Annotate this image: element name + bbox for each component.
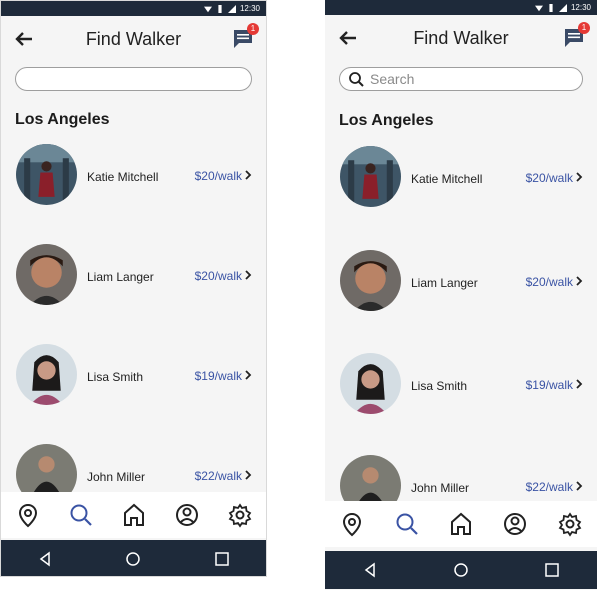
- walker-row-katie-mitchell[interactable]: Katie Mitchell $20/walk: [325, 146, 597, 212]
- location-pin-icon[interactable]: [15, 502, 41, 528]
- chevron-right-icon[interactable]: [243, 369, 253, 381]
- recents-square-icon[interactable]: [544, 562, 560, 578]
- section-title: Los Angeles: [15, 111, 110, 128]
- settings-gear-icon[interactable]: [227, 502, 253, 528]
- settings-gear-icon[interactable]: [557, 511, 583, 537]
- status-time: 12:30: [570, 3, 591, 12]
- walker-price[interactable]: $20/walk: [526, 171, 573, 185]
- avatar-lisa-smith: [340, 353, 401, 414]
- battery-icon: [218, 4, 222, 13]
- profile-icon[interactable]: [174, 502, 200, 528]
- walker-price[interactable]: $20/walk: [195, 269, 242, 283]
- walker-row-lisa-smith[interactable]: Lisa Smith $19/walk: [325, 353, 597, 419]
- walker-name: Lisa Smith: [87, 370, 144, 384]
- back-arrow-icon[interactable]: [339, 30, 357, 46]
- search-icon[interactable]: [394, 511, 420, 537]
- walker-row-liam-langer[interactable]: Liam Langer $20/walk: [1, 244, 266, 310]
- home-circle-icon[interactable]: [453, 562, 469, 578]
- messages-button[interactable]: 1: [232, 23, 259, 49]
- back-triangle-icon[interactable]: [37, 551, 53, 567]
- chevron-right-icon[interactable]: [574, 275, 584, 287]
- status-bar: 12:30: [1, 1, 266, 16]
- battery-icon: [549, 3, 553, 12]
- walker-name: Liam Langer: [411, 276, 478, 290]
- walker-price[interactable]: $19/walk: [526, 378, 573, 392]
- walker-name: John Miller: [411, 481, 470, 495]
- bottom-navigation: [325, 501, 597, 547]
- search-icon[interactable]: [68, 502, 94, 528]
- chevron-right-icon[interactable]: [574, 378, 584, 390]
- chevron-right-icon[interactable]: [243, 169, 253, 181]
- walker-name: Liam Langer: [87, 270, 154, 284]
- recents-square-icon[interactable]: [214, 551, 230, 567]
- avatar-lisa-smith: [16, 344, 77, 405]
- page-title: Find Walker: [85, 29, 182, 49]
- chevron-right-icon[interactable]: [243, 269, 253, 281]
- home-circle-icon[interactable]: [125, 551, 141, 567]
- walker-price[interactable]: $19/walk: [195, 369, 242, 383]
- avatar-katie-mitchell: [340, 146, 401, 207]
- search-placeholder: Search: [370, 71, 415, 87]
- search-input[interactable]: Search: [339, 67, 583, 91]
- walker-row-lisa-smith[interactable]: Lisa Smith $19/walk: [1, 344, 266, 410]
- section-title: Los Angeles: [339, 112, 434, 129]
- wifi-icon: [203, 6, 212, 12]
- messages-button[interactable]: 1: [563, 22, 590, 48]
- walker-row-liam-langer[interactable]: Liam Langer $20/walk: [325, 250, 597, 316]
- status-time: 12:30: [239, 4, 260, 13]
- walker-name: Katie Mitchell: [87, 170, 159, 184]
- status-bar: 12:30: [325, 0, 597, 15]
- search-input[interactable]: [15, 67, 252, 91]
- phone-screen-right: 12:30 Find Walker 1 Search Los Angeles K…: [325, 0, 597, 590]
- app-bar: Find Walker 1: [325, 16, 597, 58]
- page-title: Find Walker: [413, 28, 509, 48]
- chevron-right-icon[interactable]: [574, 171, 584, 183]
- walker-price[interactable]: $22/walk: [195, 469, 242, 483]
- chevron-right-icon[interactable]: [243, 469, 253, 481]
- wifi-icon: [534, 5, 543, 11]
- system-navigation-bar: [325, 551, 597, 589]
- phone-screen-left: 12:30 Find Walker 1 Los Angeles Katie Mi…: [0, 0, 267, 577]
- home-icon[interactable]: [121, 502, 147, 528]
- notification-badge: 1: [247, 23, 259, 35]
- back-triangle-icon[interactable]: [362, 562, 378, 578]
- walker-name: John Miller: [87, 470, 146, 484]
- avatar-katie-mitchell: [16, 144, 77, 205]
- notification-badge: 1: [578, 22, 590, 34]
- back-arrow-icon[interactable]: [15, 31, 33, 47]
- signal-icon: [227, 4, 236, 13]
- chevron-right-icon[interactable]: [574, 480, 584, 492]
- avatar-liam-langer: [16, 244, 77, 305]
- search-icon: [349, 72, 364, 87]
- avatar-liam-langer: [340, 250, 401, 311]
- signal-icon: [558, 3, 567, 12]
- walker-name: Lisa Smith: [411, 379, 468, 393]
- walker-price[interactable]: $20/walk: [526, 275, 573, 289]
- walker-price[interactable]: $22/walk: [526, 480, 573, 494]
- walker-row-katie-mitchell[interactable]: Katie Mitchell $20/walk: [1, 144, 266, 210]
- walker-name: Katie Mitchell: [411, 172, 483, 186]
- location-pin-icon[interactable]: [339, 511, 365, 537]
- profile-icon[interactable]: [502, 511, 528, 537]
- app-bar: Find Walker 1: [1, 17, 266, 59]
- walker-price[interactable]: $20/walk: [195, 169, 242, 183]
- home-icon[interactable]: [448, 511, 474, 537]
- bottom-navigation: [1, 492, 266, 538]
- system-navigation-bar: [1, 540, 266, 576]
